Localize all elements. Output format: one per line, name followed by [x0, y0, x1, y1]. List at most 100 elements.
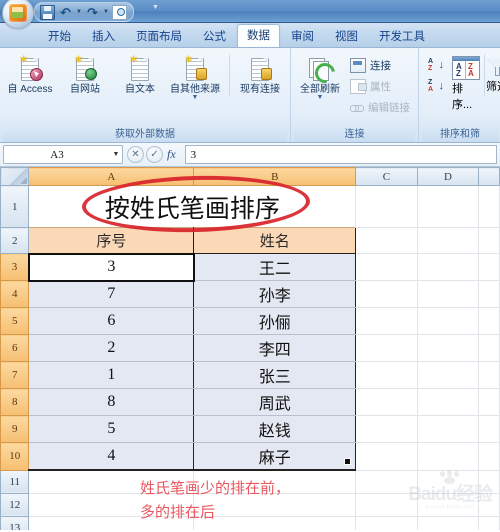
cell-B3-name[interactable]: 王二: [193, 253, 357, 281]
cell-A10-index[interactable]: 4: [28, 442, 195, 471]
cell-B5-name[interactable]: 孙俪: [193, 307, 357, 335]
enter-formula-button[interactable]: ✓: [146, 146, 163, 163]
cell-E12[interactable]: [478, 492, 500, 517]
row-header-1[interactable]: 1: [0, 185, 30, 228]
cell-E4[interactable]: [478, 280, 500, 308]
cell-E6[interactable]: [478, 334, 500, 362]
tab-insert[interactable]: 插入: [82, 26, 125, 47]
row-header-12[interactable]: 12: [0, 492, 30, 517]
customize-qat-icon[interactable]: ▼: [152, 4, 159, 11]
cell-A4-index[interactable]: 7: [28, 280, 195, 308]
column-header-d[interactable]: D: [416, 167, 480, 186]
from-text-button[interactable]: ✶ 自文本: [113, 53, 167, 98]
cell-B13[interactable]: [193, 515, 357, 530]
cell-E9[interactable]: [478, 415, 500, 443]
cell-C10[interactable]: [355, 442, 418, 471]
row-header-6[interactable]: 6: [0, 334, 30, 362]
name-box[interactable]: A3 ▼: [3, 145, 123, 164]
undo-button[interactable]: ↶: [57, 4, 74, 20]
column-header-b[interactable]: B: [193, 167, 357, 186]
print-preview-button[interactable]: [111, 4, 128, 20]
cell-C13[interactable]: [355, 515, 418, 530]
select-all-corner[interactable]: [0, 167, 30, 186]
row-header-11[interactable]: 11: [0, 469, 30, 494]
properties-button[interactable]: 属性: [347, 77, 415, 96]
cell-B11[interactable]: [193, 469, 357, 494]
cell-B9-name[interactable]: 赵钱: [193, 415, 357, 443]
row-header-2[interactable]: 2: [0, 227, 30, 254]
row-header-5[interactable]: 5: [0, 307, 30, 335]
row-header-13[interactable]: 13: [0, 515, 30, 530]
redo-dropdown-icon[interactable]: ▼: [102, 9, 110, 15]
cell-D10[interactable]: [416, 442, 480, 471]
cell-B6-name[interactable]: 李四: [193, 334, 357, 362]
cell-E10[interactable]: [478, 442, 500, 471]
cell-B7-name[interactable]: 张三: [193, 361, 357, 389]
row-header-9[interactable]: 9: [0, 415, 30, 443]
cell-A11[interactable]: [28, 469, 195, 494]
cell-D11[interactable]: [416, 469, 480, 494]
save-button[interactable]: [39, 4, 56, 20]
cell-E7[interactable]: [478, 361, 500, 389]
existing-connections-button[interactable]: 现有连接: [229, 53, 287, 98]
row-header-4[interactable]: 4: [0, 280, 30, 308]
connections-button[interactable]: 连接: [347, 56, 415, 75]
cell-D8[interactable]: [416, 388, 480, 416]
column-header-a[interactable]: A: [28, 167, 195, 186]
cell-C6[interactable]: [355, 334, 418, 362]
tab-data[interactable]: 数据: [237, 24, 280, 47]
sort-descending-button[interactable]: Z A ↓: [426, 78, 446, 96]
sort-ascending-button[interactable]: A Z ↓: [426, 57, 446, 75]
from-other-sources-button[interactable]: ✶ 自其他来源 ▼: [168, 53, 222, 104]
cell-A6-index[interactable]: 2: [28, 334, 195, 362]
cell-A1-title[interactable]: 按姓氏笔画排序: [28, 185, 356, 228]
cell-D9[interactable]: [416, 415, 480, 443]
cell-E1[interactable]: [478, 185, 500, 228]
refresh-all-button[interactable]: 全部刷新 ▼: [294, 53, 346, 104]
cell-C3[interactable]: [355, 253, 418, 281]
cell-A3-index[interactable]: 3: [27, 252, 195, 282]
cell-A9-index[interactable]: 5: [28, 415, 195, 443]
cell-B2-header-name[interactable]: 姓名: [193, 227, 357, 254]
cell-A2-header-index[interactable]: 序号: [28, 227, 195, 254]
cell-E5[interactable]: [478, 307, 500, 335]
cell-C4[interactable]: [355, 280, 418, 308]
column-header-e[interactable]: [478, 167, 500, 186]
cell-E11[interactable]: [478, 469, 500, 494]
cell-C9[interactable]: [355, 415, 418, 443]
cancel-formula-button[interactable]: ✕: [127, 146, 144, 163]
cell-D3[interactable]: [416, 253, 480, 281]
cell-A7-index[interactable]: 1: [28, 361, 195, 389]
cell-C12[interactable]: [355, 492, 418, 517]
tab-page-layout[interactable]: 页面布局: [126, 26, 192, 47]
cell-A5-index[interactable]: 6: [28, 307, 195, 335]
chevron-down-icon[interactable]: ▼: [192, 94, 199, 101]
filter-button[interactable]: 筛选: [484, 53, 500, 97]
cell-C8[interactable]: [355, 388, 418, 416]
cell-B4-name[interactable]: 孙李: [193, 280, 357, 308]
chevron-down-icon[interactable]: ▼: [110, 151, 122, 158]
tab-home[interactable]: 开始: [38, 26, 81, 47]
row-header-10[interactable]: 10: [0, 442, 30, 471]
redo-button[interactable]: ↷: [84, 4, 101, 20]
cell-D5[interactable]: [416, 307, 480, 335]
cell-B12[interactable]: [193, 492, 357, 517]
cell-D13[interactable]: [416, 515, 480, 530]
from-web-button[interactable]: ✶ 自网站: [58, 53, 112, 98]
sort-dialog-button[interactable]: A Z Z A 排序...: [451, 53, 481, 115]
insert-function-button[interactable]: fx: [165, 147, 181, 162]
formula-input[interactable]: 3: [184, 145, 497, 164]
cell-E2[interactable]: [478, 227, 500, 254]
cell-E13[interactable]: [478, 515, 500, 530]
tab-formulas[interactable]: 公式: [193, 26, 236, 47]
cell-D6[interactable]: [416, 334, 480, 362]
cell-D12[interactable]: [416, 492, 480, 517]
cell-B10-name[interactable]: 麻子: [193, 442, 357, 471]
from-access-button[interactable]: ✶ 自 Access: [3, 53, 57, 98]
row-header-7[interactable]: 7: [0, 361, 30, 389]
cell-D7[interactable]: [416, 361, 480, 389]
edit-links-button[interactable]: 编辑链接: [347, 98, 415, 117]
row-header-8[interactable]: 8: [0, 388, 30, 416]
column-header-c[interactable]: C: [355, 167, 418, 186]
cell-C5[interactable]: [355, 307, 418, 335]
